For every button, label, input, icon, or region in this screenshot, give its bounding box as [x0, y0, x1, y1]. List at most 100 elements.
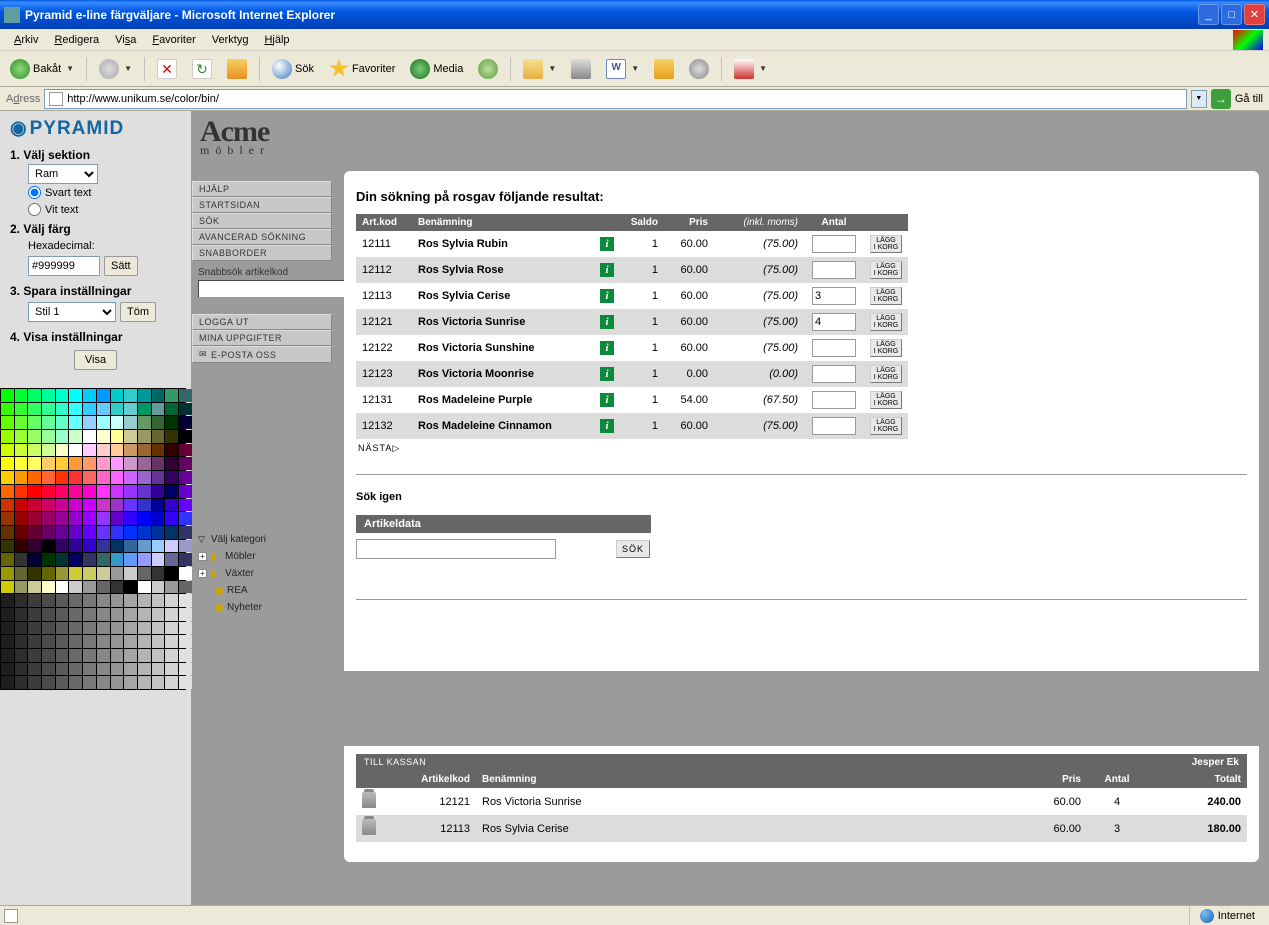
color-swatch[interactable]: [138, 457, 151, 470]
nav-item-hjälp[interactable]: hjälp: [192, 181, 332, 197]
color-swatch[interactable]: [179, 622, 192, 635]
nav-item-snabborder[interactable]: snabborder: [192, 245, 332, 261]
color-swatch[interactable]: [56, 512, 69, 525]
tree-item-REA[interactable]: REA: [196, 582, 326, 599]
color-swatch[interactable]: [97, 471, 110, 484]
color-swatch[interactable]: [15, 567, 28, 580]
color-swatch[interactable]: [111, 526, 124, 539]
color-swatch[interactable]: [179, 444, 192, 457]
color-swatch[interactable]: [111, 553, 124, 566]
color-swatch[interactable]: [179, 471, 192, 484]
color-swatch[interactable]: [152, 403, 165, 416]
color-swatch[interactable]: [138, 444, 151, 457]
color-swatch[interactable]: [42, 444, 55, 457]
color-swatch[interactable]: [83, 512, 96, 525]
color-swatch[interactable]: [42, 389, 55, 402]
color-swatch[interactable]: [15, 389, 28, 402]
forward-button[interactable]: ▼: [93, 55, 138, 83]
color-swatch[interactable]: [138, 430, 151, 443]
color-swatch[interactable]: [124, 430, 137, 443]
color-swatch[interactable]: [179, 581, 192, 594]
color-swatch[interactable]: [83, 403, 96, 416]
color-swatch[interactable]: [124, 567, 137, 580]
qty-input[interactable]: [812, 287, 856, 305]
color-swatch[interactable]: [124, 485, 137, 498]
color-swatch[interactable]: [152, 526, 165, 539]
color-swatch[interactable]: [69, 499, 82, 512]
color-swatch[interactable]: [15, 416, 28, 429]
hex-input[interactable]: [28, 256, 100, 276]
color-swatch[interactable]: [152, 512, 165, 525]
color-swatch[interactable]: [83, 567, 96, 580]
color-swatch[interactable]: [97, 444, 110, 457]
color-swatch[interactable]: [111, 567, 124, 580]
color-swatch[interactable]: [83, 457, 96, 470]
go-button[interactable]: →: [1211, 89, 1231, 109]
color-swatch[interactable]: [28, 416, 41, 429]
color-swatch[interactable]: [124, 526, 137, 539]
color-swatch[interactable]: [69, 594, 82, 607]
color-swatch[interactable]: [83, 676, 96, 689]
color-swatch[interactable]: [15, 403, 28, 416]
color-swatch[interactable]: [97, 512, 110, 525]
color-swatch[interactable]: [83, 416, 96, 429]
tree-item-Nyheter[interactable]: Nyheter: [196, 599, 326, 616]
color-swatch[interactable]: [97, 553, 110, 566]
color-swatch[interactable]: [56, 416, 69, 429]
color-swatch[interactable]: [69, 430, 82, 443]
color-swatch[interactable]: [179, 389, 192, 402]
info-icon[interactable]: i: [600, 289, 614, 303]
color-swatch[interactable]: [111, 581, 124, 594]
color-swatch[interactable]: [111, 635, 124, 648]
color-swatch[interactable]: [28, 581, 41, 594]
color-swatch[interactable]: [28, 403, 41, 416]
add-to-cart-button[interactable]: LÄGGI KORG: [870, 417, 902, 435]
color-swatch[interactable]: [28, 471, 41, 484]
color-swatch[interactable]: [15, 608, 28, 621]
color-swatch[interactable]: [138, 485, 151, 498]
color-swatch[interactable]: [42, 553, 55, 566]
color-swatch[interactable]: [83, 622, 96, 635]
color-swatch[interactable]: [42, 635, 55, 648]
color-swatch[interactable]: [15, 635, 28, 648]
color-swatch[interactable]: [124, 444, 137, 457]
tree-item-Möbler[interactable]: +Möbler: [196, 548, 326, 565]
menu-verktyg[interactable]: Verktyg: [204, 32, 257, 48]
color-swatch[interactable]: [152, 594, 165, 607]
color-swatch[interactable]: [56, 581, 69, 594]
color-swatch[interactable]: [165, 622, 178, 635]
color-swatch[interactable]: [69, 526, 82, 539]
color-swatch[interactable]: [1, 540, 14, 553]
color-swatch[interactable]: [56, 553, 69, 566]
color-swatch[interactable]: [28, 663, 41, 676]
color-swatch[interactable]: [179, 403, 192, 416]
color-swatch[interactable]: [42, 526, 55, 539]
edit-button[interactable]: W▼: [600, 55, 645, 83]
color-swatch[interactable]: [97, 403, 110, 416]
color-swatch[interactable]: [56, 676, 69, 689]
radio-white-text[interactable]: Vit text: [0, 201, 191, 218]
color-swatch[interactable]: [1, 594, 14, 607]
color-swatch[interactable]: [138, 526, 151, 539]
color-swatch[interactable]: [15, 622, 28, 635]
tree-header[interactable]: ▽Välj kategori: [196, 531, 326, 548]
color-swatch[interactable]: [56, 457, 69, 470]
color-swatch[interactable]: [42, 663, 55, 676]
color-swatch[interactable]: [69, 540, 82, 553]
search-button[interactable]: Sök: [266, 55, 320, 83]
cell-info[interactable]: i: [594, 231, 620, 257]
color-swatch[interactable]: [138, 649, 151, 662]
color-swatch[interactable]: [138, 471, 151, 484]
color-swatch[interactable]: [83, 663, 96, 676]
color-swatch[interactable]: [124, 512, 137, 525]
nav-item-sök[interactable]: sök: [192, 213, 332, 229]
color-swatch[interactable]: [56, 403, 69, 416]
color-swatch[interactable]: [138, 389, 151, 402]
color-swatch[interactable]: [42, 512, 55, 525]
color-swatch[interactable]: [179, 526, 192, 539]
color-swatch[interactable]: [69, 389, 82, 402]
color-swatch[interactable]: [138, 403, 151, 416]
color-swatch[interactable]: [56, 485, 69, 498]
color-swatch[interactable]: [111, 540, 124, 553]
pdf-button[interactable]: ▼: [728, 55, 773, 83]
